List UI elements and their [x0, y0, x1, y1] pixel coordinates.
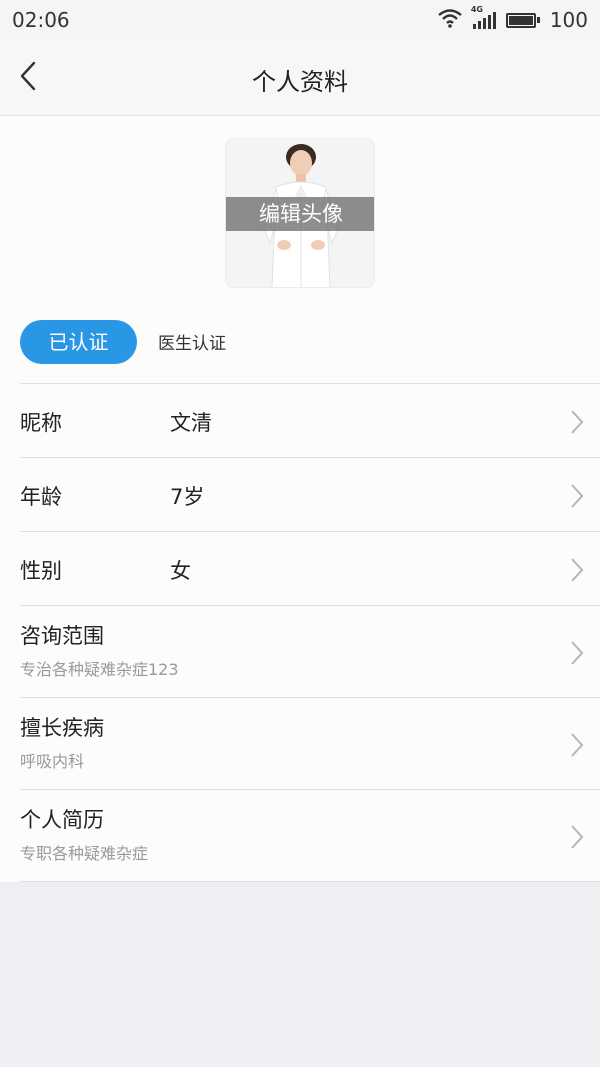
row-value: 7岁	[170, 485, 205, 509]
chevron-right-icon	[570, 557, 584, 587]
chevron-right-icon	[570, 640, 584, 670]
specialty-row[interactable]: 擅长疾病 呼吸内科	[20, 697, 600, 789]
row-label: 年龄	[20, 485, 62, 509]
chevron-right-icon	[570, 732, 584, 762]
status-bar: 02:06 4G 100	[0, 0, 600, 40]
nav-bar: 个人资料	[0, 40, 600, 116]
nickname-row[interactable]: 昵称 文清	[20, 383, 600, 457]
profile-list: 昵称 文清 年龄 7岁 性别 女 咨询范围 专治各种疑难杂症123 擅长疾病 呼…	[20, 383, 600, 882]
row-label: 性别	[20, 559, 62, 583]
row-label: 昵称	[20, 411, 62, 435]
signal-icon: 4G	[471, 5, 496, 29]
network-type: 4G	[470, 5, 483, 14]
verified-badge-button[interactable]: 已认证	[20, 320, 137, 364]
age-row[interactable]: 年龄 7岁	[20, 457, 600, 531]
list-divider	[20, 881, 600, 882]
edit-avatar-label[interactable]: 编辑头像	[226, 197, 374, 231]
row-subtext: 呼吸内科	[20, 752, 85, 771]
gender-row[interactable]: 性别 女	[20, 531, 600, 605]
row-subtext: 专职各种疑难杂症	[20, 844, 149, 863]
row-label: 个人简历	[20, 808, 104, 832]
resume-row[interactable]: 个人简历 专职各种疑难杂症	[20, 789, 600, 881]
row-value: 文清	[170, 411, 212, 435]
row-label: 擅长疾病	[20, 716, 104, 740]
chevron-right-icon	[570, 409, 584, 439]
consult-scope-row[interactable]: 咨询范围 专治各种疑难杂症123	[20, 605, 600, 697]
chevron-right-icon	[570, 483, 584, 513]
status-time: 02:06	[12, 8, 70, 32]
row-value: 女	[170, 559, 191, 583]
doctor-certification-link[interactable]: 医生认证	[158, 329, 226, 354]
profile-content: 编辑头像 已认证 医生认证 昵称 文清 年龄 7岁 性别 女 咨询范围 专治各种…	[0, 116, 600, 882]
status-icons: 4G 100	[437, 5, 588, 33]
battery-level: 100	[549, 8, 588, 32]
row-subtext: 专治各种疑难杂症123	[20, 660, 179, 679]
page-title: 个人资料	[252, 68, 348, 96]
avatar[interactable]: 编辑头像	[225, 138, 375, 288]
wifi-icon	[437, 8, 463, 33]
battery-icon	[505, 12, 540, 28]
row-label: 咨询范围	[20, 624, 104, 648]
chevron-right-icon	[570, 824, 584, 854]
